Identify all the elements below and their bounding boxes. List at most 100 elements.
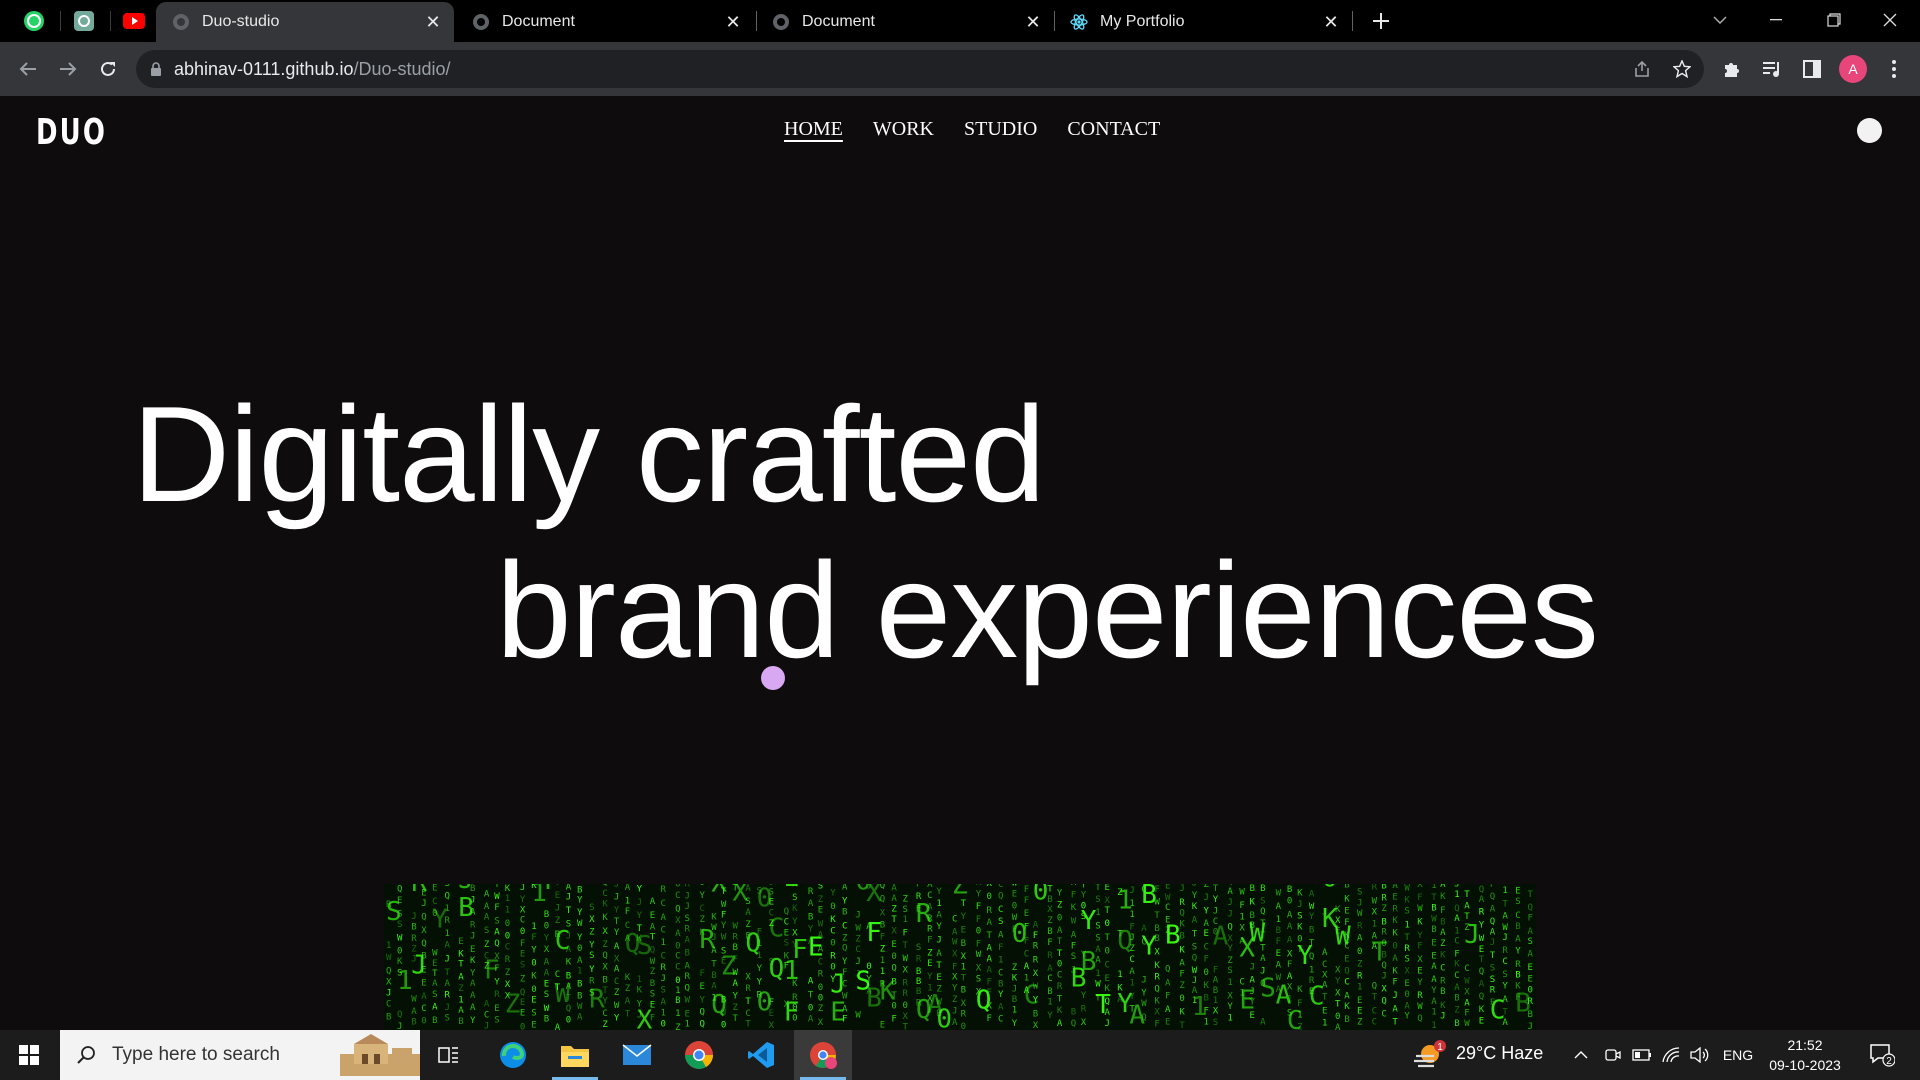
close-icon[interactable]: ✕ <box>1024 12 1042 33</box>
matrix-glyph: J <box>397 1022 402 1030</box>
nav-work[interactable]: WORK <box>873 118 934 141</box>
matrix-glyph: S <box>1260 897 1265 907</box>
matrix-glyph: A <box>421 992 427 1002</box>
side-panel-button[interactable] <box>1796 53 1828 85</box>
tab-my-portfolio[interactable]: My Portfolio ✕ <box>1054 2 1352 42</box>
matrix-glyph: R <box>1515 960 1521 970</box>
matrix-glyph: F <box>1033 931 1038 941</box>
matrix-glyph: J <box>1250 987 1255 997</box>
share-button[interactable] <box>1626 53 1658 85</box>
new-tab-button[interactable] <box>1366 6 1396 36</box>
notification-center-button[interactable]: 2 <box>1862 1030 1902 1080</box>
minimize-button[interactable] <box>1748 0 1804 40</box>
restore-button[interactable] <box>1806 0 1862 40</box>
taskbar-edge[interactable] <box>484 1030 542 1080</box>
matrix-glyph: Y <box>721 921 727 931</box>
extensions-button[interactable] <box>1716 53 1748 85</box>
tray-volume[interactable] <box>1686 1030 1714 1080</box>
taskbar-chrome-profile[interactable] <box>794 1030 852 1080</box>
matrix-glyph: X <box>903 1012 909 1022</box>
tray-battery[interactable] <box>1628 1030 1656 1080</box>
weather-widget-icon[interactable]: 1 <box>1400 1030 1458 1080</box>
search-input[interactable] <box>110 1043 334 1067</box>
weather-text[interactable]: 29°C Haze <box>1456 1043 1543 1064</box>
taskbar-mail[interactable] <box>608 1030 666 1080</box>
matrix-glyph: S <box>1404 955 1409 965</box>
matrix-glyph: A <box>1464 902 1470 912</box>
matrix-glyph: B <box>1033 1010 1038 1020</box>
show-hidden-icons-button[interactable] <box>1570 1030 1592 1080</box>
tray-meet-now[interactable] <box>1600 1030 1626 1080</box>
taskbar-chrome[interactable] <box>670 1030 728 1080</box>
matrix-glyph: B <box>1165 921 1181 951</box>
forward-button[interactable] <box>52 53 84 85</box>
pinned-tab-chatgpt[interactable] <box>64 7 104 35</box>
matrix-glyph: Q <box>880 895 885 905</box>
menu-dot-button[interactable] <box>1857 118 1882 143</box>
matrix-glyph: T <box>1372 992 1378 1002</box>
matrix-glyph: S <box>531 1009 536 1019</box>
taskbar-clock[interactable]: 21:52 09-10-2023 <box>1762 1035 1848 1075</box>
tab-search-button[interactable] <box>1692 0 1748 40</box>
matrix-glyph: A <box>650 897 656 907</box>
nav-studio[interactable]: STUDIO <box>964 118 1037 141</box>
matrix-glyph: S <box>1095 933 1100 943</box>
matrix-glyph: T <box>711 959 717 969</box>
arrow-left-icon <box>19 62 36 76</box>
matrix-glyph: A <box>675 929 681 939</box>
taskbar-search[interactable] <box>60 1030 420 1080</box>
taskbar-vscode[interactable] <box>732 1030 790 1080</box>
matrix-glyph: 1 <box>1297 1011 1302 1021</box>
language-indicator[interactable]: ENG <box>1718 1030 1758 1080</box>
tray-network[interactable] <box>1658 1030 1684 1080</box>
close-window-button[interactable] <box>1862 0 1918 40</box>
matrix-glyph: K <box>484 884 490 886</box>
tab-document-2[interactable]: Document ✕ <box>756 2 1054 42</box>
pinned-tab-whatsapp[interactable] <box>14 7 54 35</box>
folder-icon <box>561 1046 589 1067</box>
close-icon[interactable]: ✕ <box>424 12 442 33</box>
matrix-glyph: X <box>602 962 608 972</box>
bookmark-button[interactable] <box>1666 53 1698 85</box>
taskbar-file-explorer[interactable] <box>546 1030 604 1080</box>
pinned-tab-youtube[interactable] <box>114 7 154 35</box>
chrome-menu-button[interactable] <box>1878 53 1910 85</box>
matrix-glyph: R <box>927 914 933 924</box>
matrix-glyph: E <box>544 979 549 989</box>
matrix-glyph: J <box>1012 985 1017 995</box>
matrix-glyph: 0 <box>808 1004 813 1014</box>
matrix-glyph: Z <box>614 988 620 998</box>
close-icon[interactable]: ✕ <box>1322 12 1340 33</box>
task-view-button[interactable] <box>420 1030 478 1080</box>
matrix-glyph: S <box>1490 964 1495 974</box>
matrix-glyph: Y <box>1192 891 1198 901</box>
matrix-glyph: E <box>1250 1011 1255 1021</box>
matrix-glyph: B <box>1454 1019 1459 1029</box>
tab-document-1[interactable]: Document ✕ <box>456 2 754 42</box>
matrix-glyph: Q <box>1372 982 1377 992</box>
matrix-glyph: 0 <box>891 952 896 962</box>
nav-home[interactable]: HOME <box>784 118 843 141</box>
matrix-glyph: A <box>1431 962 1437 972</box>
matrix-glyph: R <box>830 951 836 961</box>
site-logo[interactable]: DUO <box>36 112 107 153</box>
media-control-button[interactable] <box>1756 53 1788 85</box>
tab-duo-studio[interactable]: Duo-studio ✕ <box>156 2 454 42</box>
hero-video[interactable]: E1RS1WQXJCB1CAQESSW0KS1QJCTARJBRZJJWABAE… <box>384 884 1536 1030</box>
profile-avatar[interactable]: A <box>1839 55 1867 83</box>
start-button[interactable] <box>0 1030 58 1080</box>
weather-badge: 1 <box>1437 1042 1443 1053</box>
matrix-glyph: 1 <box>1129 979 1134 989</box>
matrix-glyph: Z <box>733 1003 739 1013</box>
matrix-glyph: B <box>1213 986 1218 996</box>
nav-contact[interactable]: CONTACT <box>1067 118 1160 141</box>
address-bar[interactable]: abhinav-0111.github.io/Duo-studio/ <box>136 50 1704 88</box>
matrix-glyph: Y <box>470 969 476 979</box>
matrix-glyph: Y <box>842 957 848 967</box>
back-button[interactable] <box>12 53 44 85</box>
matrix-glyph: X <box>675 916 681 926</box>
matrix-glyph: F <box>916 884 921 890</box>
reload-button[interactable] <box>92 53 124 85</box>
close-icon[interactable]: ✕ <box>724 12 742 33</box>
matrix-glyph: B <box>544 910 549 920</box>
